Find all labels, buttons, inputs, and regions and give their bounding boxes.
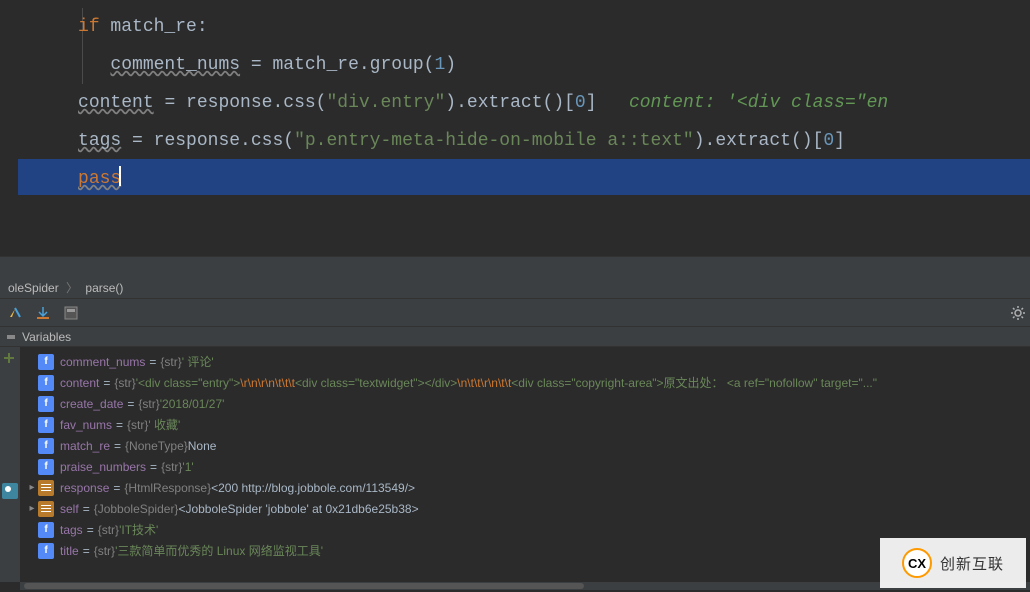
text-cursor bbox=[119, 166, 121, 186]
remove-watch-icon[interactable] bbox=[2, 373, 18, 389]
code-line: tags = response.css("p.entry-meta-hide-o… bbox=[24, 122, 1030, 160]
gear-icon[interactable] bbox=[1010, 305, 1026, 325]
show-icon[interactable] bbox=[2, 461, 18, 477]
var-row-response[interactable]: ▸response={HtmlResponse} <200 http://blo… bbox=[24, 477, 1030, 498]
editor-bottom-bar bbox=[0, 256, 1030, 276]
add-watch-icon[interactable] bbox=[2, 351, 18, 367]
var-row-content[interactable]: fcontent={str} '<div class="entry">\r\n\… bbox=[24, 372, 1030, 393]
copy-icon[interactable] bbox=[2, 439, 18, 455]
var-row-match-re[interactable]: fmatch_re={NoneType} None bbox=[24, 435, 1030, 456]
var-comment-nums: comment_nums bbox=[110, 55, 240, 75]
code-editor[interactable]: if match_re: comment_nums = match_re.gro… bbox=[0, 0, 1030, 256]
var-row-self[interactable]: ▸self={JobboleSpider} <JobboleSpider 'jo… bbox=[24, 498, 1030, 519]
scrollbar-thumb[interactable] bbox=[24, 583, 584, 589]
highlight-icon[interactable] bbox=[2, 483, 18, 499]
expand-arrow-icon[interactable]: ▸ bbox=[26, 503, 38, 514]
object-icon bbox=[38, 480, 54, 496]
var-row-create-date[interactable]: fcreate_date={str} '2018/01/27' bbox=[24, 393, 1030, 414]
variables-tree[interactable]: fcomment_nums={str} ' 评论' fcontent={str}… bbox=[20, 347, 1030, 582]
variables-side-toolbar bbox=[0, 347, 20, 582]
breadcrumb-class[interactable]: oleSpider bbox=[8, 281, 59, 295]
var-content: content bbox=[78, 93, 154, 113]
step-into-icon[interactable] bbox=[34, 304, 52, 322]
var-row-comment-nums[interactable]: fcomment_nums={str} ' 评论' bbox=[24, 351, 1030, 372]
horizontal-scrollbar[interactable] bbox=[20, 582, 1030, 590]
keyword-pass: pass bbox=[78, 169, 121, 189]
watermark: CX 创新互联 bbox=[880, 538, 1026, 588]
up-icon[interactable] bbox=[2, 395, 18, 411]
code-line: content = response.css("div.entry").extr… bbox=[24, 84, 1030, 122]
code-line: if match_re: bbox=[24, 8, 1030, 46]
watermark-text: 创新互联 bbox=[940, 553, 1004, 574]
expand-arrow-icon[interactable]: ▸ bbox=[26, 482, 38, 493]
code-line: pass bbox=[24, 160, 1030, 198]
variables-header: Variables bbox=[0, 327, 1030, 347]
variables-panel: fcomment_nums={str} ' 评论' fcontent={str}… bbox=[0, 347, 1030, 582]
var-tags: tags bbox=[78, 131, 121, 151]
breadcrumb[interactable]: oleSpider 〉 parse() bbox=[0, 276, 1030, 299]
inline-comment: content: '<div class="en bbox=[629, 93, 888, 113]
step-out-icon[interactable] bbox=[6, 304, 24, 322]
bullet-icon bbox=[6, 332, 16, 342]
calculator-icon[interactable] bbox=[62, 304, 80, 322]
debug-toolbar bbox=[0, 299, 1030, 327]
code-line: comment_nums = match_re.group(1) bbox=[24, 46, 1030, 84]
variables-label: Variables bbox=[22, 330, 71, 344]
down-icon[interactable] bbox=[2, 417, 18, 433]
object-icon bbox=[38, 501, 54, 517]
keyword-if: if bbox=[78, 17, 100, 37]
breadcrumb-method[interactable]: parse() bbox=[85, 281, 123, 295]
var-row-fav-nums[interactable]: ffav_nums={str} ' 收藏' bbox=[24, 414, 1030, 435]
var-row-tags[interactable]: ftags={str} 'IT技术' bbox=[24, 519, 1030, 540]
watermark-logo: CX bbox=[902, 548, 932, 578]
breadcrumb-separator: 〉 bbox=[62, 281, 82, 295]
var-row-praise-numbers[interactable]: fpraise_numbers={str} '1' bbox=[24, 456, 1030, 477]
